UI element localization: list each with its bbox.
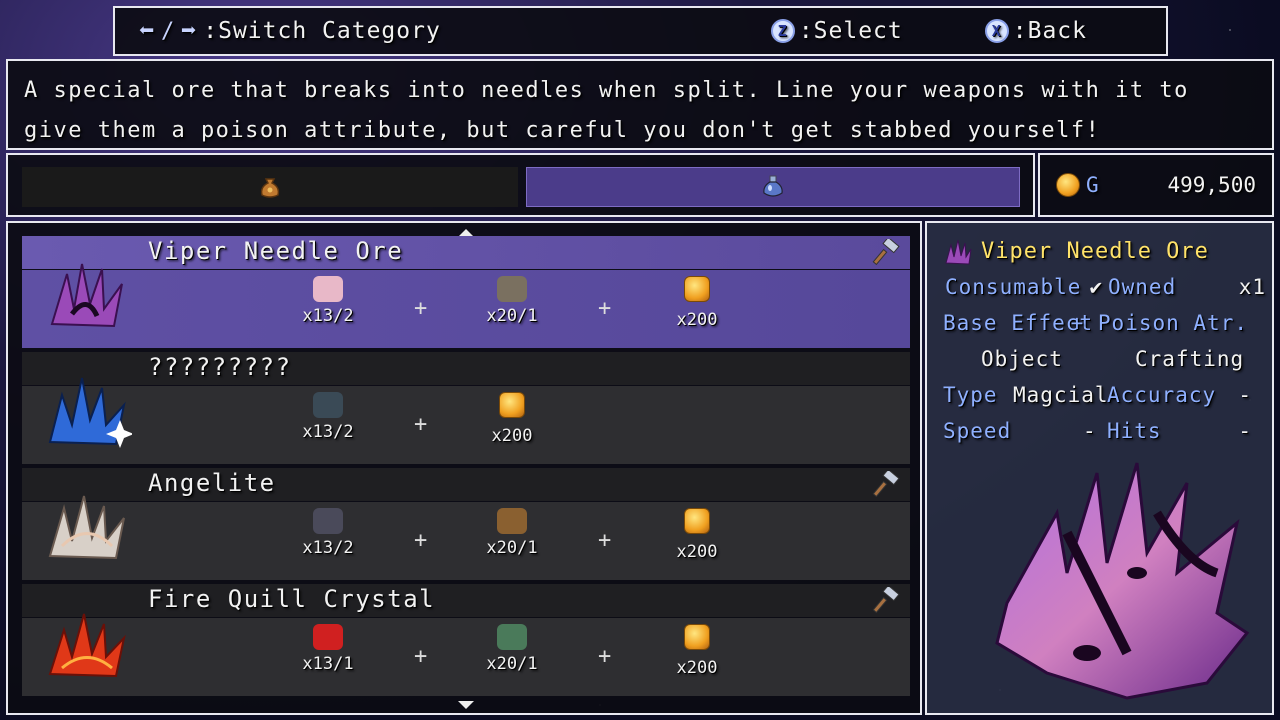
item-detail-panel: Viper Needle Ore Consumable ✔ Owned x1 B… (925, 221, 1274, 715)
plus-sign: + (414, 296, 428, 321)
potion-icon (763, 175, 783, 197)
left-arrow-icon: ⬅ (138, 16, 156, 46)
bag-icon (260, 178, 280, 198)
detail-item-name: Viper Needle Ore (981, 238, 1209, 264)
ingredient: x20/1 (477, 508, 547, 558)
vial-icon (497, 624, 527, 650)
base-effect-value: + Poison Atr. (1070, 311, 1248, 335)
coin-icon (684, 276, 710, 302)
crafting-label: Crafting (1135, 347, 1245, 371)
ingredient-qty: x20/1 (486, 538, 538, 558)
ingredient: x20/1 (477, 276, 547, 326)
ingredient: x200 (477, 392, 547, 446)
accuracy-value: - (1238, 383, 1252, 407)
recipe-row-unknown[interactable]: ????????? x13/2 + x200 (22, 352, 910, 464)
coin-icon (499, 392, 525, 418)
ingredient: x13/2 (293, 508, 363, 558)
ingredient: x200 (662, 276, 732, 330)
plus-sign: + (598, 644, 612, 669)
ingredient-qty: x13/2 (302, 422, 354, 442)
ingredient-qty: x20/1 (486, 306, 538, 326)
object-label: Object (981, 347, 1063, 371)
slash-divider: / (161, 18, 176, 44)
bound-scroll-icon (497, 276, 527, 302)
switch-category-label: :Switch Category (203, 18, 441, 44)
hits-value: - (1238, 419, 1252, 443)
ingredient-qty: x200 (491, 426, 533, 446)
tab-materials[interactable] (22, 167, 518, 207)
recipe-name: Viper Needle Ore (148, 237, 404, 265)
pink-material-icon (313, 276, 343, 302)
ingredient: x13/2 (293, 276, 363, 326)
right-arrow-icon: ➡ (180, 16, 198, 46)
recipe-name: Angelite (148, 469, 276, 497)
recipe-row-angelite[interactable]: Angelite x13/2 + x20/1 + x200 (22, 468, 910, 580)
red-crystal-icon (313, 624, 343, 650)
ingredient-qty: x200 (676, 310, 718, 330)
viper-needle-ore-icon (50, 263, 123, 328)
craft-hammer-icon (872, 471, 900, 498)
recipe-name: ????????? (148, 353, 292, 381)
recipe-list: Viper Needle Ore x13/2 + x20/1 + x200 ??… (6, 221, 922, 715)
x-key-icon: X (984, 19, 1009, 43)
tab-consumables[interactable] (526, 167, 1020, 207)
plus-sign: + (598, 296, 612, 321)
speed-value: - (1083, 419, 1097, 443)
viper-needle-ore-artwork (995, 462, 1250, 700)
coin-icon (684, 624, 710, 650)
viper-needle-ore-icon (945, 239, 972, 265)
recipe-name: Fire Quill Crystal (148, 585, 436, 613)
ingredient-qty: x20/1 (486, 654, 538, 674)
coin-icon (1056, 173, 1080, 197)
gold-counter: G 499,500 (1038, 153, 1274, 217)
plus-sign: + (414, 528, 428, 553)
owned-value: x1 (1238, 275, 1266, 299)
coin-icon (684, 508, 710, 534)
currency-unit: G (1086, 173, 1099, 197)
type-label: Type (943, 383, 998, 407)
back-label: :Back (1012, 18, 1087, 44)
plus-sign: + (598, 528, 612, 553)
hits-label: Hits (1107, 419, 1162, 443)
plus-sign: + (414, 412, 428, 437)
ingredient-qty: x200 (676, 658, 718, 678)
speed-label: Speed (943, 419, 1012, 443)
category-tabs (6, 153, 1035, 217)
dark-material-icon (313, 392, 343, 418)
ingredient: x13/2 (293, 392, 363, 442)
recipe-row-viper-needle-ore[interactable]: Viper Needle Ore x13/2 + x20/1 + x200 (22, 236, 910, 348)
type-value: Magcial (1013, 383, 1109, 407)
item-description: A special ore that breaks into needles w… (6, 59, 1274, 150)
controls-help-bar: ⬅ / ➡ :Switch Category Z :Select X :Back (113, 6, 1168, 56)
ingredient: x13/1 (293, 624, 363, 674)
craft-hammer-icon (872, 239, 900, 266)
consumable-label: Consumable (945, 275, 1082, 299)
accuracy-label: Accuracy (1107, 383, 1217, 407)
blue-crystal-icon (48, 377, 132, 448)
craft-hammer-icon (872, 587, 900, 614)
ingredient: x200 (662, 624, 732, 678)
ingredient-qty: x13/2 (302, 306, 354, 326)
owned-label: Owned (1108, 275, 1177, 299)
select-label: :Select (798, 18, 903, 44)
angelite-icon (48, 495, 125, 560)
ingredient: x200 (662, 508, 732, 562)
ingredient: x20/1 (477, 624, 547, 674)
scroll-down-icon[interactable] (458, 701, 474, 709)
beast-claw-icon (313, 508, 343, 534)
fire-quill-crystal-icon (48, 613, 126, 678)
ingredient-qty: x13/2 (302, 538, 354, 558)
recipe-row-fire-quill-crystal[interactable]: Fire Quill Crystal x13/1 + x20/1 + x200 (22, 584, 910, 696)
bundle-icon (497, 508, 527, 534)
z-key-icon: Z (770, 19, 795, 43)
plus-sign: + (414, 644, 428, 669)
ingredient-qty: x13/1 (302, 654, 354, 674)
gold-amount: 499,500 (1167, 173, 1256, 197)
ingredient-qty: x200 (676, 542, 718, 562)
checkmark-icon: ✔ (1089, 275, 1104, 299)
